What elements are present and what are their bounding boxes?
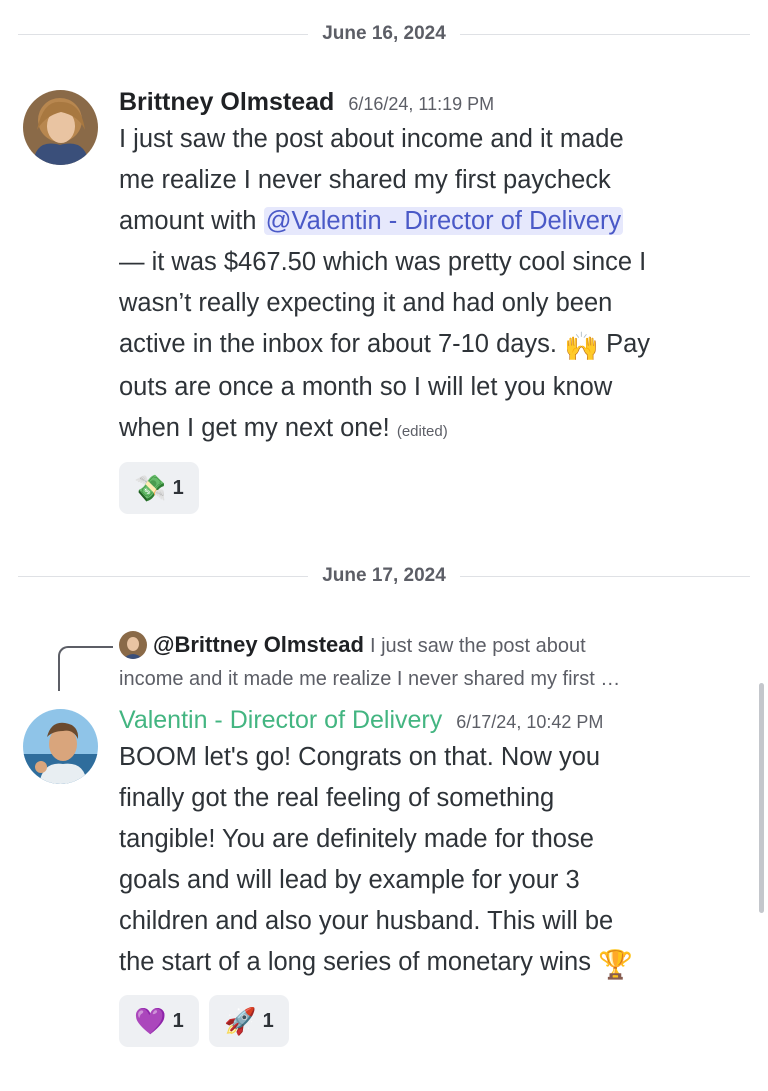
purple-heart-icon: 💜: [134, 1006, 167, 1036]
message-text: when I get my next one!: [119, 414, 390, 442]
reaction-money-with-wings[interactable]: 💸 1: [119, 462, 199, 514]
reply-snippet: income and it made me realize I never sh…: [119, 668, 621, 690]
date-divider-label: June 16, 2024: [322, 23, 446, 44]
message-valentin[interactable]: Valentin - Director of Delivery 6/17/24,…: [119, 706, 744, 1047]
message-author[interactable]: Brittney Olmstead: [119, 88, 334, 117]
reaction-purple-heart[interactable]: 💜 1: [119, 995, 199, 1047]
message-line: tangible! You are definitely made for th…: [119, 825, 594, 853]
edited-marker: (edited): [396, 423, 448, 440]
reaction-count: 1: [172, 1009, 184, 1032]
user-mention[interactable]: @Valentin - Director of Delivery: [263, 207, 624, 235]
trophy-icon: 🏆: [598, 949, 633, 980]
message-line: I just saw the post about income and it …: [119, 125, 624, 153]
message-timestamp: 6/17/24, 10:42 PM: [456, 712, 604, 732]
message-line: wasn’t really expecting it and had only …: [119, 289, 613, 317]
message-line: children and also your husband. This wil…: [119, 907, 614, 935]
message-line: amount with @Valentin - Director of Deli…: [119, 201, 744, 242]
message-line: me realize I never shared my first paych…: [119, 166, 611, 194]
reaction-count: 1: [172, 476, 184, 499]
message-timestamp: 6/16/24, 11:19 PM: [348, 94, 495, 114]
message-line: when I get my next one! (edited): [119, 408, 744, 452]
reactions-bar: 💜 1 🚀 1: [119, 995, 744, 1047]
reply-author[interactable]: @Brittney Olmstead: [153, 632, 364, 657]
reactions-bar: 💸 1: [119, 462, 744, 514]
reply-context[interactable]: @Brittney Olmstead I just saw the post ab…: [119, 628, 739, 696]
message-text: the start of a long series of monetary w…: [119, 948, 591, 976]
message-text: Pay: [599, 330, 651, 358]
reaction-rocket[interactable]: 🚀 1: [209, 995, 289, 1047]
message-text: amount with: [119, 207, 264, 235]
reaction-count: 1: [262, 1009, 274, 1032]
avatar-brittney[interactable]: [23, 90, 98, 165]
message-line: finally got the real feeling of somethin…: [119, 784, 555, 812]
reply-avatar: [119, 631, 147, 659]
money-with-wings-icon: 💸: [134, 473, 167, 503]
reply-snippet: I just saw the post about: [369, 635, 586, 657]
raised-hands-emoji-icon: 🙌: [564, 331, 599, 362]
message-brittney[interactable]: Brittney Olmstead 6/16/24, 11:19 PM I ju…: [119, 88, 744, 514]
avatar-valentin[interactable]: [23, 709, 98, 784]
message-line: the start of a long series of monetary w…: [119, 942, 744, 985]
message-line: active in the inbox for about 7-10 days.…: [119, 324, 744, 367]
rocket-icon: 🚀: [224, 1006, 257, 1036]
date-divider-label: June 17, 2024: [322, 565, 446, 586]
message-line: goals and will lead by example for your …: [119, 866, 580, 894]
message-line: outs are once a month so I will let you …: [119, 373, 613, 401]
date-divider-2: June 17, 2024: [18, 561, 750, 591]
scrollbar[interactable]: [759, 683, 764, 913]
message-text: active in the inbox for about 7-10 days.: [119, 330, 558, 358]
date-divider-1: June 16, 2024: [18, 19, 750, 49]
message-content: BOOM let's go! Congrats on that. Now you…: [119, 737, 744, 985]
reply-spine: [58, 646, 113, 691]
message-content: I just saw the post about income and it …: [119, 119, 744, 452]
message-line: BOOM let's go! Congrats on that. Now you: [119, 743, 601, 771]
message-line: — it was $467.50 which was pretty cool s…: [119, 248, 647, 276]
message-author[interactable]: Valentin - Director of Delivery: [119, 706, 442, 735]
